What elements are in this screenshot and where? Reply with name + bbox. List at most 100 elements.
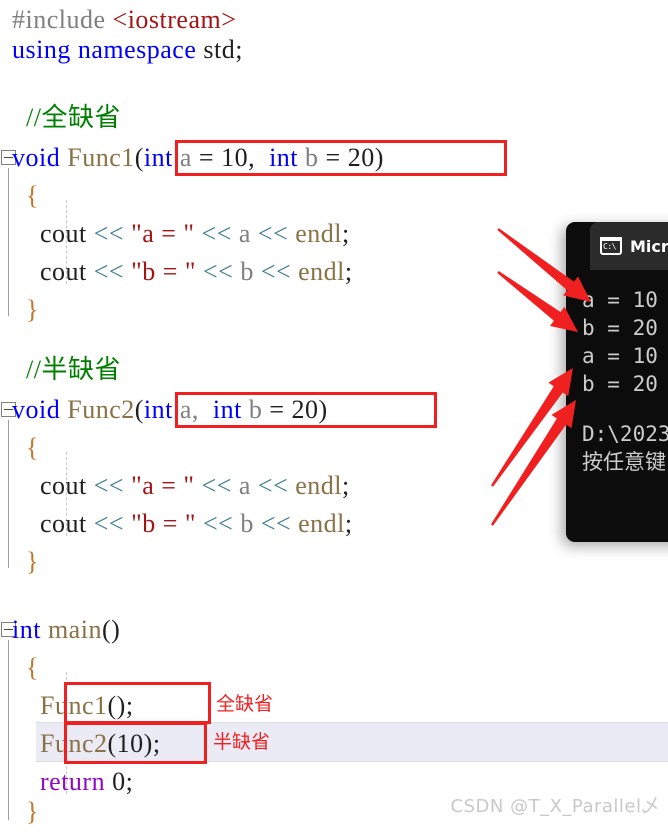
code-token: endl: [295, 471, 342, 500]
code-token: (: [134, 143, 144, 172]
code-line[interactable]: cout << "a = " << a << endl;: [0, 466, 350, 506]
console-title-label: Micr: [630, 236, 668, 256]
code-token: <<: [202, 257, 241, 286]
console-output-line: b = 20: [582, 372, 658, 396]
code-token: "b = ": [131, 257, 203, 286]
code-line[interactable]: [0, 574, 12, 614]
code-token: Func2: [67, 395, 135, 424]
code-token: b: [240, 509, 261, 538]
code-token: "a = ": [131, 471, 202, 500]
code-token: ;: [342, 471, 350, 500]
code-token: cout: [12, 219, 94, 248]
code-token: <<: [260, 257, 299, 286]
code-line[interactable]: //全缺省: [0, 98, 121, 138]
code-token: ;: [344, 257, 353, 286]
code-token: void: [12, 395, 68, 424]
code-token: <<: [201, 471, 239, 500]
code-line-text: //全缺省: [0, 103, 121, 132]
console-titlebar[interactable]: C:\ Micr: [590, 222, 668, 270]
code-token: cout: [12, 509, 94, 538]
code-token: {: [12, 181, 39, 210]
code-line[interactable]: using namespace std;: [0, 30, 243, 70]
code-line-text: cout << "b = " << b << endl;: [0, 509, 353, 538]
code-line-text: //半缺省: [0, 355, 121, 384]
code-token: <<: [201, 219, 239, 248]
code-token: "a = ": [131, 219, 202, 248]
code-token: endl: [298, 257, 345, 286]
code-line-text: cout << "a = " << a << endl;: [0, 219, 350, 248]
code-line[interactable]: cout << "b = " << b << endl;: [0, 504, 353, 544]
code-token: <<: [93, 471, 132, 500]
code-token: <<: [257, 219, 296, 248]
code-token: cout: [12, 471, 94, 500]
console-output-line: a = 10: [582, 344, 658, 368]
console-output-line: b = 20: [582, 316, 658, 340]
code-token: using namespace: [12, 35, 204, 64]
code-token: //半缺省: [12, 355, 121, 384]
code-token: a: [238, 219, 258, 248]
code-line[interactable]: {: [0, 428, 39, 468]
code-token: cout: [12, 257, 94, 286]
code-token: }: [12, 295, 39, 324]
code-token: ;: [342, 219, 350, 248]
code-line[interactable]: cout << "a = " << a << endl;: [0, 214, 350, 254]
code-token: main: [47, 615, 102, 644]
code-token: {: [12, 653, 39, 682]
code-token: 0;: [112, 767, 134, 796]
code-line[interactable]: [0, 60, 12, 100]
code-token: <<: [93, 219, 132, 248]
func1-call-box: [64, 682, 211, 724]
func1-params-box: [175, 140, 507, 176]
func2-params-box: [175, 392, 437, 428]
code-line[interactable]: {: [0, 176, 39, 216]
code-line-text: }: [0, 797, 39, 826]
console-window[interactable]: C:\ Micr a = 10 b = 20 a = 10 b = 20 D:\…: [566, 222, 668, 542]
code-token: }: [12, 797, 39, 826]
note-half-default: 半缺省: [213, 731, 271, 753]
code-line[interactable]: //半缺省: [0, 350, 121, 390]
code-token: <<: [93, 509, 132, 538]
code-line-text: int main(): [0, 615, 120, 644]
console-path-line: D:\2023: [582, 422, 668, 446]
code-token: endl: [298, 509, 345, 538]
code-line-text: cout << "a = " << a << endl;: [0, 471, 350, 500]
code-token: "b = ": [131, 509, 203, 538]
code-token: a: [238, 471, 258, 500]
note-full-default: 全缺省: [216, 693, 274, 715]
cmd-prompt-icon-label: C:\: [603, 242, 616, 251]
code-line[interactable]: cout << "b = " << b << endl;: [0, 252, 353, 292]
code-line-text: {: [0, 433, 39, 462]
code-token: {: [12, 433, 39, 462]
code-line[interactable]: int main(): [0, 610, 120, 650]
code-line-text: {: [0, 181, 39, 210]
screenshot-root: #include <iostream> using namespace std; …: [0, 0, 668, 832]
func2-call-box: [64, 722, 207, 764]
code-line-text: cout << "b = " << b << endl;: [0, 257, 353, 286]
code-token: <<: [260, 509, 299, 538]
code-token: <<: [93, 257, 132, 286]
code-token: (: [134, 395, 144, 424]
code-line-text: {: [0, 653, 39, 682]
csdn-watermark: CSDN @T_X_Parallel乄: [450, 796, 660, 817]
code-line-text: using namespace std;: [0, 35, 243, 64]
console-output: a = 10 b = 20 a = 10 b = 20 D:\2023 按任意键: [566, 270, 668, 542]
code-token: (): [101, 615, 121, 644]
console-prompt-line: 按任意键: [582, 450, 666, 474]
code-token: ;: [344, 509, 353, 538]
code-token: Func1: [67, 143, 135, 172]
code-token: <<: [257, 471, 296, 500]
code-token: //全缺省: [12, 103, 121, 132]
code-line[interactable]: }: [0, 792, 39, 832]
code-token: endl: [295, 219, 342, 248]
code-line[interactable]: {: [0, 648, 39, 688]
code-token: b: [240, 257, 261, 286]
code-line-text: }: [0, 547, 39, 576]
code-token: }: [12, 547, 39, 576]
code-token: int: [12, 615, 48, 644]
code-token: std;: [203, 35, 243, 64]
cmd-prompt-icon: C:\: [600, 237, 622, 255]
code-token: void: [12, 143, 68, 172]
